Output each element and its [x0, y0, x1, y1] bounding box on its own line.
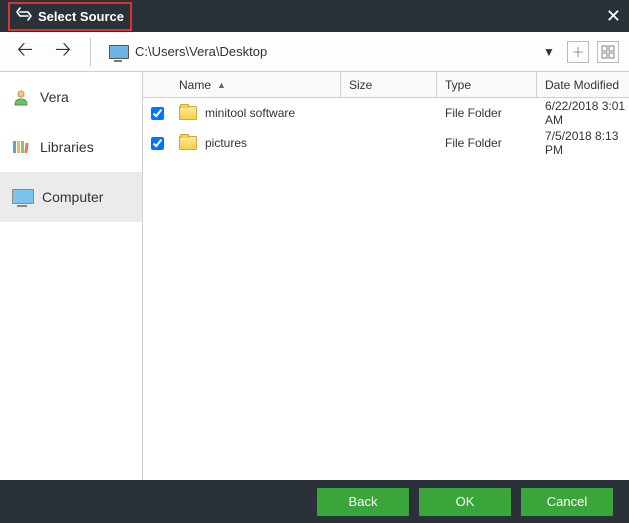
- close-icon[interactable]: ✕: [606, 6, 621, 27]
- column-date-label: Date Modified: [545, 78, 619, 92]
- sidebar-item-label: Vera: [40, 89, 69, 105]
- column-name-label: Name: [179, 78, 211, 92]
- user-icon: [12, 88, 30, 106]
- column-type[interactable]: Type: [437, 72, 537, 97]
- sidebar: Vera Libraries Computer: [0, 72, 142, 480]
- sidebar-item-label: Computer: [42, 189, 103, 205]
- file-date: 6/22/2018 3:01 AM: [537, 99, 629, 127]
- file-date: 7/5/2018 8:13 PM: [537, 129, 629, 157]
- path-text: C:\Users\Vera\Desktop: [135, 44, 267, 59]
- back-footer-button[interactable]: Back: [317, 488, 409, 516]
- app-icon: [16, 6, 32, 27]
- file-type: File Folder: [437, 136, 537, 150]
- ok-button[interactable]: OK: [419, 488, 511, 516]
- table-row[interactable]: minitool software File Folder 6/22/2018 …: [143, 98, 629, 128]
- footer: Back OK Cancel: [0, 480, 629, 523]
- column-size[interactable]: Size: [341, 72, 437, 97]
- file-list: Name ▲ Size Type Date Modified minitool …: [142, 72, 629, 480]
- file-name: pictures: [205, 136, 247, 150]
- sidebar-item-label: Libraries: [40, 139, 94, 155]
- file-name: minitool software: [205, 106, 295, 120]
- sidebar-item-vera[interactable]: Vera: [0, 72, 142, 122]
- sidebar-item-computer[interactable]: Computer: [0, 172, 142, 222]
- file-type: File Folder: [437, 106, 537, 120]
- title-highlight: Select Source: [8, 2, 132, 31]
- new-folder-icon[interactable]: ＋: [567, 41, 589, 63]
- folder-icon: [179, 106, 197, 120]
- column-date[interactable]: Date Modified: [537, 72, 629, 97]
- toolbar-separator: [90, 38, 91, 66]
- window-title: Select Source: [38, 9, 124, 24]
- computer-icon: [12, 189, 32, 205]
- sort-asc-icon: ▲: [217, 80, 226, 90]
- column-size-label: Size: [349, 78, 372, 92]
- column-headers: Name ▲ Size Type Date Modified: [143, 72, 629, 98]
- pathbar[interactable]: C:\Users\Vera\Desktop: [103, 38, 531, 66]
- column-name[interactable]: Name ▲: [171, 72, 341, 97]
- toolbar: 🡠 🡢 C:\Users\Vera\Desktop ▼ ＋: [0, 32, 629, 72]
- column-type-label: Type: [445, 78, 471, 92]
- folder-icon: [179, 136, 197, 150]
- table-row[interactable]: pictures File Folder 7/5/2018 8:13 PM: [143, 128, 629, 158]
- row-checkbox[interactable]: [151, 137, 164, 150]
- back-button[interactable]: 🡠: [10, 37, 40, 67]
- libraries-icon: [12, 138, 30, 156]
- body-area: Vera Libraries Computer Name ▲ Size Type…: [0, 72, 629, 480]
- monitor-icon: [109, 45, 127, 59]
- forward-button[interactable]: 🡢: [48, 37, 78, 67]
- view-mode-icon[interactable]: [597, 41, 619, 63]
- path-dropdown-icon[interactable]: ▼: [539, 42, 559, 62]
- sidebar-item-libraries[interactable]: Libraries: [0, 122, 142, 172]
- row-checkbox[interactable]: [151, 107, 164, 120]
- titlebar: Select Source ✕: [0, 0, 629, 32]
- cancel-button[interactable]: Cancel: [521, 488, 613, 516]
